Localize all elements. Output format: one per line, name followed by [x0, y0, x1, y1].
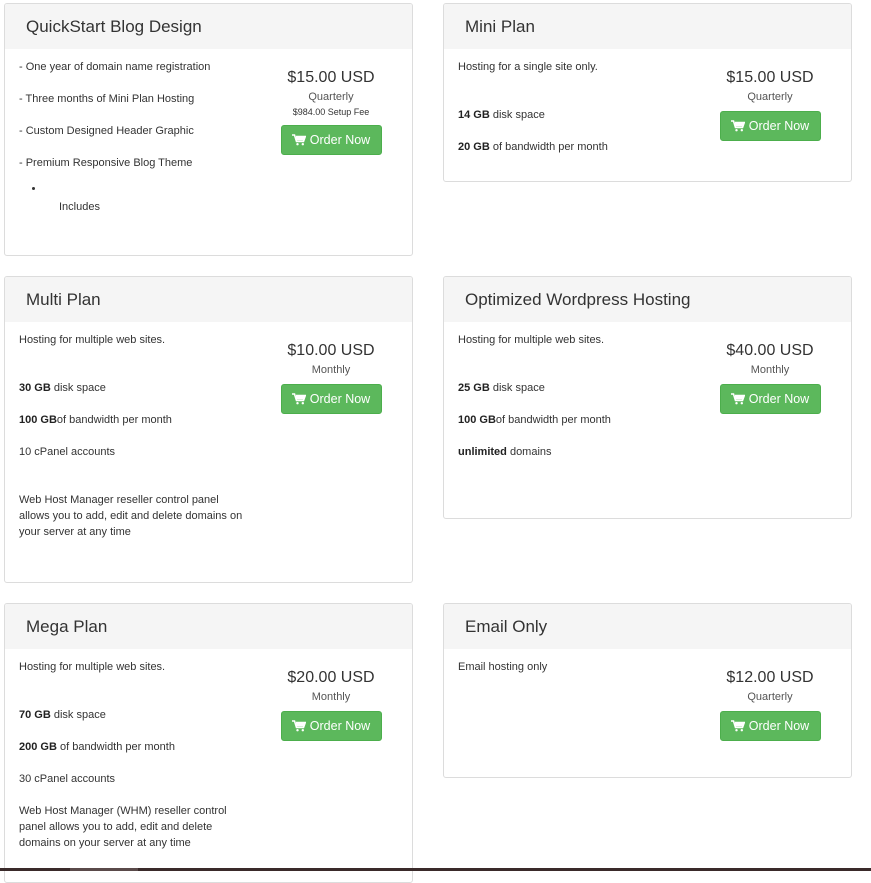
disk-label: disk space	[489, 109, 545, 121]
order-now-label: Order Now	[748, 119, 810, 133]
bandwidth-label: of bandwidth per month	[56, 741, 175, 753]
price-box: $15.00 USD Quarterly Order Now	[719, 67, 821, 141]
shopping-cart-icon	[291, 134, 306, 146]
order-now-button[interactable]: Order Now	[719, 384, 821, 414]
billing-cycle: Quarterly	[308, 91, 354, 103]
disk-label: disk space	[50, 709, 106, 721]
disk-label: disk space	[489, 382, 545, 394]
plan-body: Hosting for multiple web sites. 70 GB di…	[5, 649, 412, 861]
disk-amount: 25 GB	[458, 382, 490, 394]
order-now-label: Order Now	[309, 133, 371, 147]
plan-title: Mega Plan	[5, 604, 412, 649]
plan-title: Multi Plan	[5, 277, 412, 322]
bandwidth-label: of bandwidth per month	[495, 414, 611, 426]
domains-amount: unlimited	[458, 446, 507, 458]
cpanel-accounts: 30 cPanel accounts	[19, 773, 116, 785]
order-now-button[interactable]: Order Now	[280, 711, 382, 741]
plan-card-multi: Multi Plan Hosting for multiple web site…	[4, 276, 413, 583]
order-now-button[interactable]: Order Now	[280, 384, 382, 414]
price: $10.00 USD	[287, 342, 375, 359]
price: $15.00 USD	[287, 69, 375, 86]
plan-title: Optimized Wordpress Hosting	[444, 277, 851, 322]
order-now-button[interactable]: Order Now	[719, 711, 821, 741]
price: $15.00 USD	[726, 69, 814, 86]
bandwidth-label: of bandwidth per month	[489, 141, 608, 153]
billing-cycle: Quarterly	[747, 691, 793, 703]
plan-title: QuickStart Blog Design	[5, 4, 412, 49]
price-box: $20.00 USD Monthly Order Now	[280, 667, 382, 741]
billing-cycle: Quarterly	[747, 91, 793, 103]
order-now-label: Order Now	[748, 719, 810, 733]
bandwidth-amount: 100 GB	[19, 414, 57, 426]
domains-label: domains	[506, 446, 552, 458]
list-item	[45, 183, 398, 197]
order-now-label: Order Now	[309, 719, 371, 733]
shopping-cart-icon	[291, 720, 306, 732]
plan-card-mega: Mega Plan Hosting for multiple web sites…	[4, 603, 413, 883]
bandwidth: 100 GBof bandwidth per month	[19, 412, 398, 444]
plan-title: Mini Plan	[444, 4, 851, 49]
plan-card-wordpress: Optimized Wordpress Hosting Hosting for …	[443, 276, 852, 519]
disk-amount: 30 GB	[19, 382, 51, 394]
order-now-label: Order Now	[748, 392, 810, 406]
setup-fee: $984.00 Setup Fee	[292, 107, 370, 117]
billing-cycle: Monthly	[750, 364, 790, 376]
price-box: $10.00 USD Monthly Order Now	[280, 340, 382, 414]
plan-body: Hosting for multiple web sites. 30 GB di…	[5, 322, 412, 550]
order-now-button[interactable]: Order Now	[719, 111, 821, 141]
price-box: $15.00 USD Quarterly $984.00 Setup Fee O…	[280, 67, 382, 155]
price: $20.00 USD	[287, 669, 375, 686]
shopping-cart-icon	[291, 393, 306, 405]
bandwidth-amount: 200 GB	[19, 741, 57, 753]
includes-label: Includes	[59, 201, 100, 213]
billing-cycle: Monthly	[311, 691, 351, 703]
cpanel-accounts: 10 cPanel accounts	[19, 446, 116, 458]
billing-cycle: Monthly	[311, 364, 351, 376]
plan-body: Hosting for multiple web sites. 25 GB di…	[444, 322, 851, 486]
plan-title: Email Only	[444, 604, 851, 649]
bandwidth-amount: 100 GB	[458, 414, 496, 426]
shopping-cart-icon	[730, 120, 745, 132]
order-now-label: Order Now	[309, 392, 371, 406]
bandwidth-label: of bandwidth per month	[56, 414, 172, 426]
whm-description: Web Host Manager (WHM) reseller control …	[19, 805, 227, 849]
order-now-button[interactable]: Order Now	[280, 125, 382, 155]
disk-amount: 14 GB	[458, 109, 490, 121]
disk-amount: 70 GB	[19, 709, 51, 721]
plan-card-quickstart: QuickStart Blog Design - One year of dom…	[4, 3, 413, 256]
price: $12.00 USD	[726, 669, 814, 686]
shopping-cart-icon	[730, 720, 745, 732]
bandwidth: 100 GBof bandwidth per month	[458, 412, 837, 444]
whm-description: Web Host Manager reseller control panel …	[19, 494, 243, 538]
bandwidth: 20 GB of bandwidth per month	[458, 139, 837, 171]
plan-body: - One year of domain name registration -…	[5, 49, 412, 223]
price: $40.00 USD	[726, 342, 814, 359]
feature-line: - Premium Responsive Blog Theme	[19, 157, 193, 169]
plan-body: Hosting for a single site only. 14 GB di…	[444, 49, 851, 181]
plan-card-email: Email Only Email hosting only $12.00 USD…	[443, 603, 852, 778]
price-box: $40.00 USD Monthly Order Now	[719, 340, 821, 414]
disk-label: disk space	[50, 382, 106, 394]
price-box: $12.00 USD Quarterly Order Now	[719, 667, 821, 741]
bandwidth: 200 GB of bandwidth per month	[19, 739, 398, 771]
shopping-cart-icon	[730, 393, 745, 405]
bandwidth-amount: 20 GB	[458, 141, 490, 153]
domains: unlimited domains	[458, 444, 837, 476]
plan-card-mini: Mini Plan Hosting for a single site only…	[443, 3, 852, 182]
plan-body: Email hosting only $12.00 USD Quarterly …	[444, 649, 851, 741]
bullet-list	[19, 183, 398, 197]
